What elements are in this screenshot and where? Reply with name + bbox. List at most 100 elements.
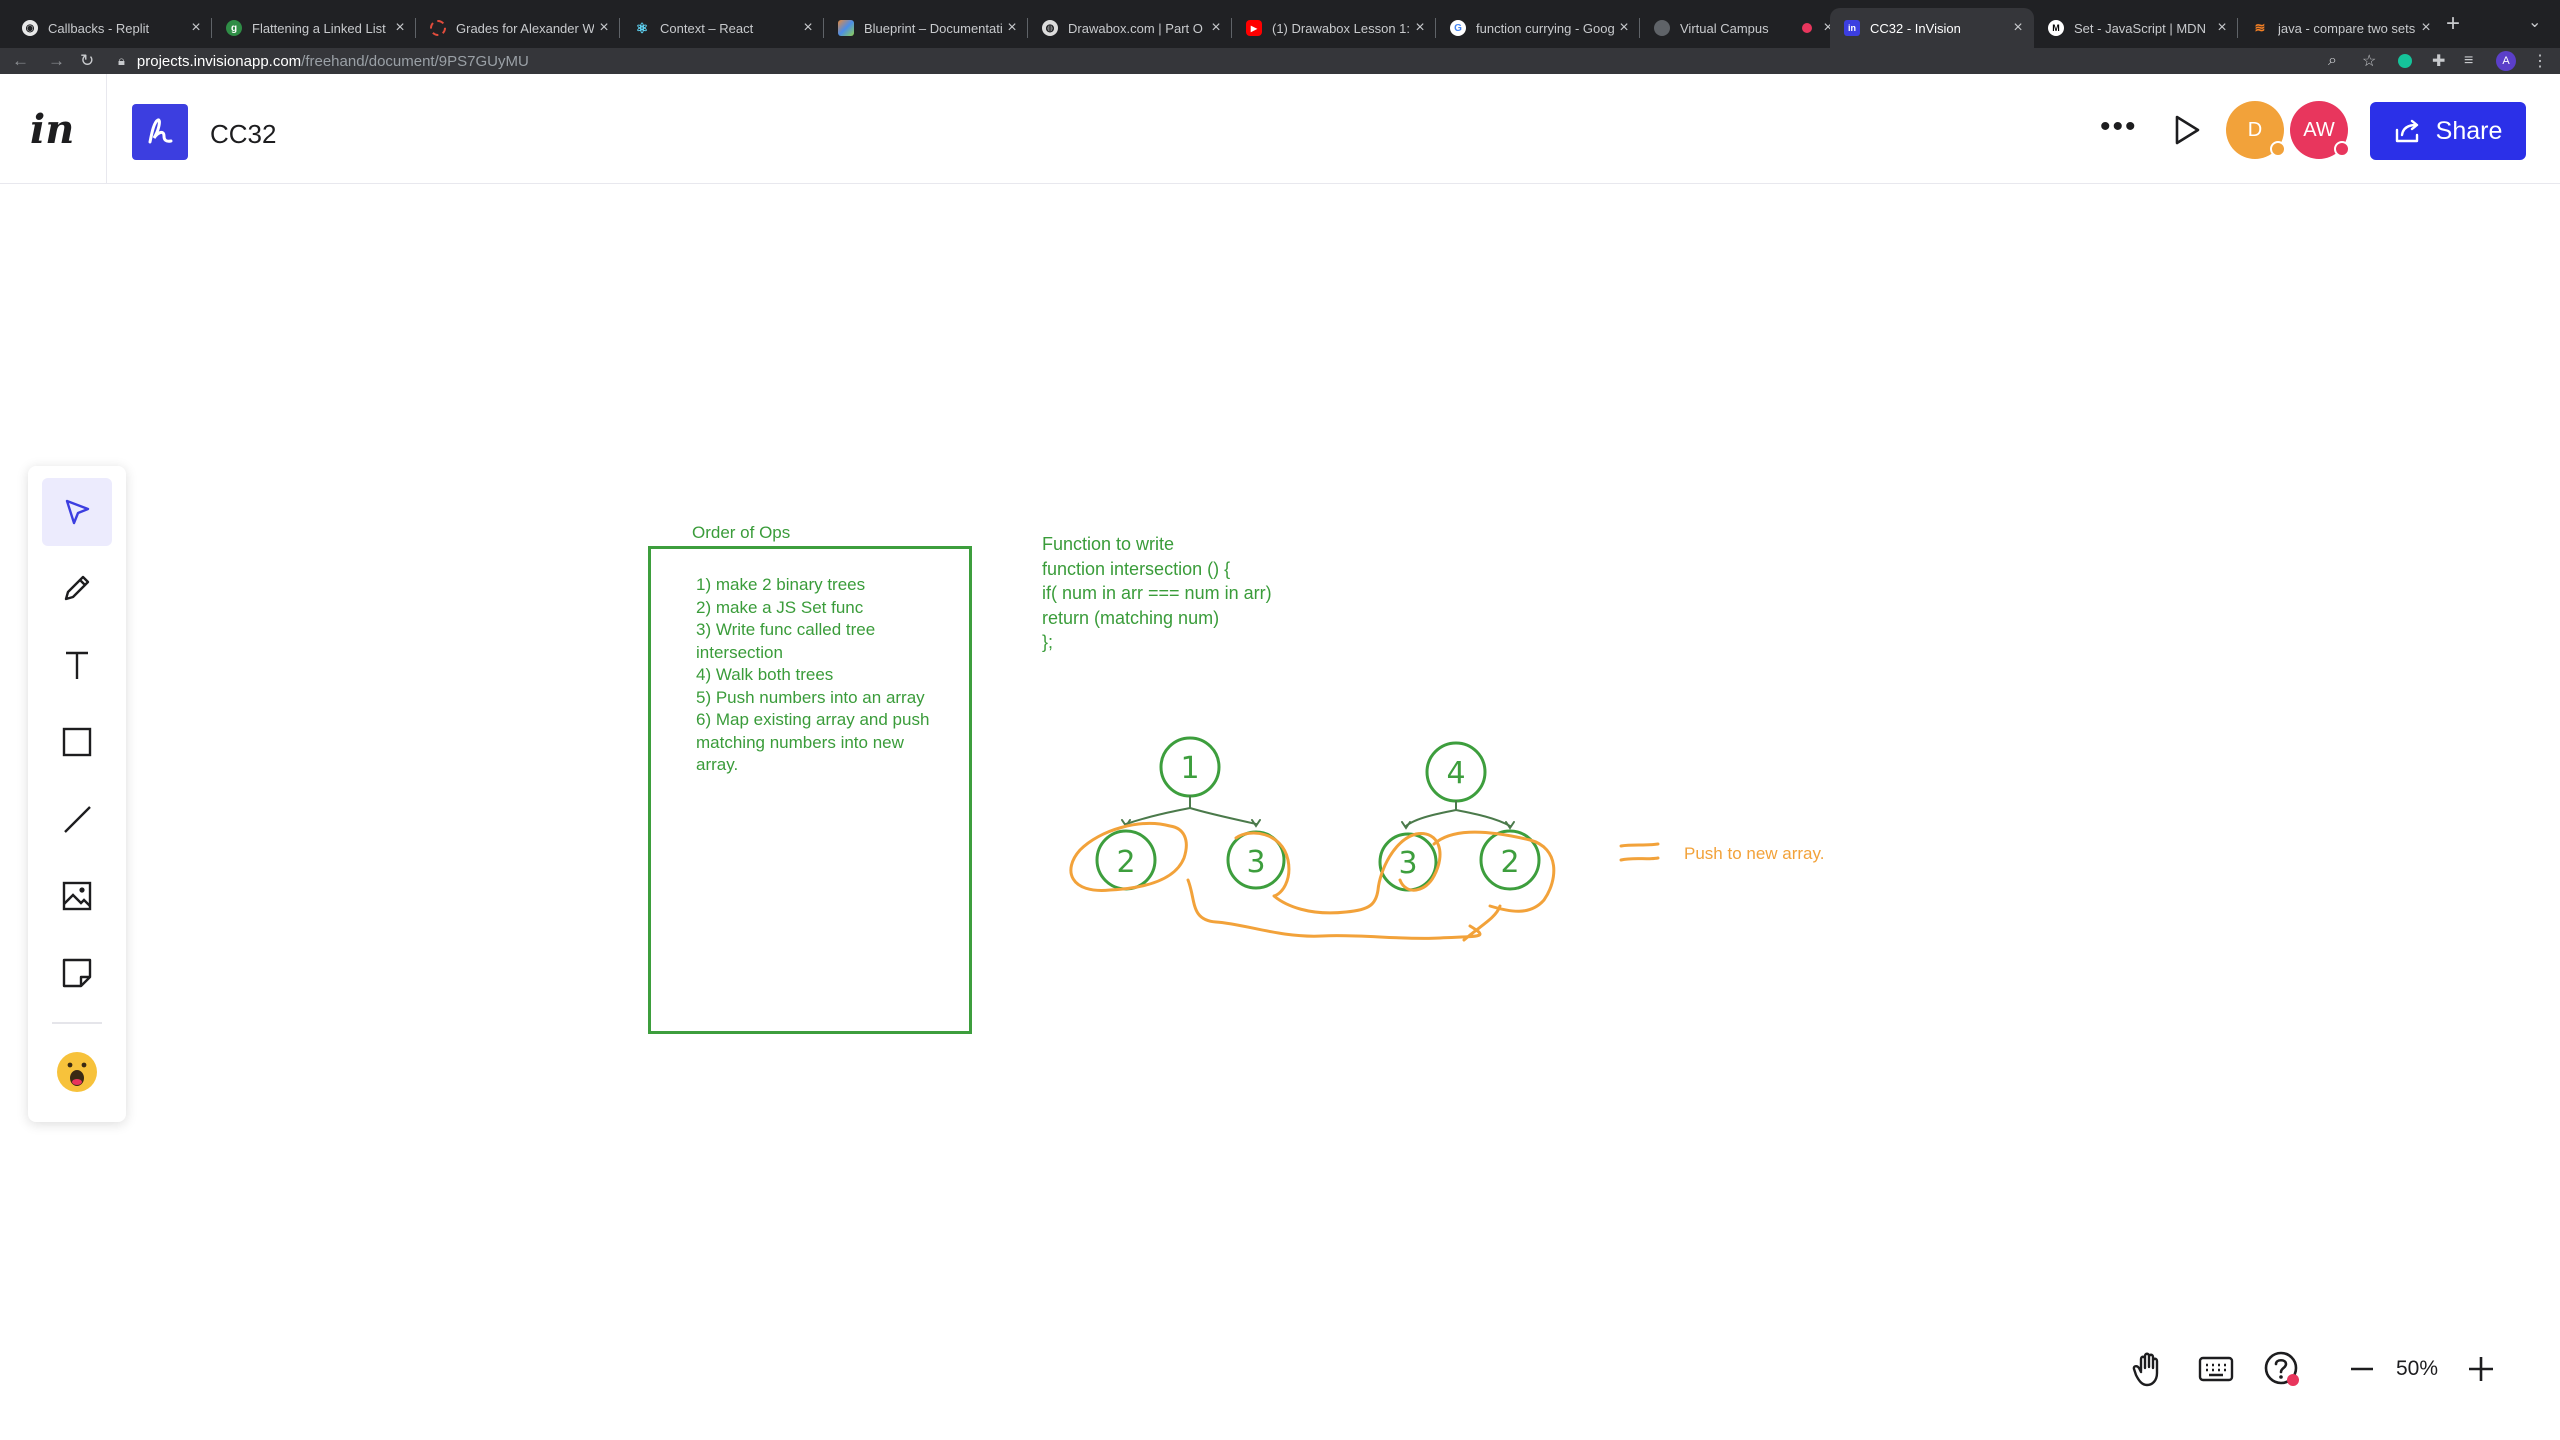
replit-favicon-icon: ◉	[22, 20, 38, 36]
browser-tab[interactable]: ◍ Drawabox.com | Part O ×	[1028, 8, 1232, 48]
equals-arrow-mark[interactable]	[1618, 840, 1662, 866]
collaborator-avatar[interactable]: D	[2226, 101, 2286, 159]
function-line: return (matching num)	[1042, 607, 1220, 628]
tree2-root-value: 4	[1446, 756, 1465, 791]
close-tab-icon[interactable]: ×	[390, 19, 410, 37]
close-tab-icon[interactable]: ×	[2212, 19, 2232, 37]
tree2-left-value: 3	[1398, 846, 1417, 881]
lock-icon: 🔒︎	[118, 53, 125, 68]
step-item: 2) make a JS Set func	[696, 597, 864, 617]
reading-list-icon[interactable]: ≡	[2464, 48, 2473, 74]
tab-title: Drawabox.com | Part O	[1068, 20, 1203, 36]
browser-tab[interactable]: Virtual Campus ×	[1640, 8, 1844, 48]
browser-tab[interactable]: Blueprint – Documentatio ×	[824, 8, 1028, 48]
present-play-icon[interactable]	[2172, 114, 2202, 151]
tab-search-icon[interactable]: ⌄	[2528, 12, 2541, 32]
order-of-ops-steps[interactable]: 1) make 2 binary trees 2) make a JS Set …	[696, 574, 936, 777]
globe-favicon-icon	[1654, 20, 1670, 36]
bookmark-star-icon[interactable]: ☆	[2362, 48, 2376, 74]
address-bar[interactable]: 🔒︎ projects.invisionapp.com/freehand/doc…	[118, 48, 529, 74]
browser-tab[interactable]: M Set - JavaScript | MDN ×	[2034, 8, 2238, 48]
browser-tab[interactable]: ◉ Callbacks - Replit ×	[8, 8, 212, 48]
browser-tab-active[interactable]: in CC32 - InVision ×	[1830, 8, 2034, 48]
forward-button[interactable]: →	[48, 48, 65, 74]
step-item: 6) Map existing array and push matching …	[696, 710, 930, 774]
browser-tab-strip: ◉ Callbacks - Replit × g Flattening a Li…	[0, 0, 2560, 48]
function-line: function intersection () {	[1042, 558, 1231, 579]
close-tab-icon[interactable]: ×	[1410, 19, 1430, 37]
browser-tab[interactable]: Grades for Alexander W ×	[416, 8, 620, 48]
close-tab-icon[interactable]: ×	[186, 19, 206, 37]
youtube-favicon-icon: ▶	[1246, 20, 1262, 36]
step-item: 4) Walk both trees	[696, 665, 834, 684]
share-button[interactable]: Share	[2370, 102, 2526, 160]
step-item: 1) make 2 binary trees	[696, 575, 866, 594]
zoom-in-button[interactable]	[2466, 1346, 2496, 1392]
url-path: /freehand/document/9PS7GUyMU	[301, 52, 529, 70]
tab-title: Blueprint – Documentatio	[864, 20, 1002, 36]
tree2-right-value: 2	[1500, 845, 1519, 880]
browser-menu-icon[interactable]: ⋮	[2532, 48, 2548, 74]
zoom-indicator-icon[interactable]: ⌕	[2328, 48, 2337, 74]
back-button[interactable]: ←	[12, 48, 29, 74]
google-favicon-icon: G	[1450, 20, 1466, 36]
pan-hand-tool-button[interactable]	[2132, 1346, 2166, 1392]
geeksforgeeks-favicon-icon: g	[226, 20, 242, 36]
freehand-doc-icon[interactable]	[132, 104, 188, 160]
recording-dot-icon	[1802, 23, 1812, 33]
close-tab-icon[interactable]: ×	[2416, 19, 2436, 37]
invision-logo[interactable]: in	[30, 106, 74, 153]
browser-tab[interactable]: G function currying - Goog ×	[1436, 8, 1640, 48]
drawabox-favicon-icon: ◍	[1042, 20, 1058, 36]
document-title[interactable]: CC32	[210, 119, 276, 150]
grammarly-extension-icon[interactable]	[2398, 48, 2412, 74]
close-tab-icon[interactable]: ×	[594, 19, 614, 37]
tree1-right-value: 3	[1246, 845, 1265, 880]
react-favicon-icon: ⚛	[635, 19, 649, 36]
close-tab-icon[interactable]: ×	[1206, 19, 1226, 37]
header-divider	[106, 74, 107, 184]
function-line: if( num in arr === num in arr)	[1042, 583, 1272, 603]
collaborator-avatar[interactable]: AW	[2290, 101, 2350, 159]
push-to-array-label[interactable]: Push to new array.	[1684, 844, 1824, 864]
browser-tab[interactable]: ≋ java - compare two sets ×	[2238, 8, 2442, 48]
zoom-out-button[interactable]	[2348, 1346, 2376, 1392]
mdn-favicon-icon: M	[2048, 20, 2064, 36]
help-button[interactable]	[2262, 1346, 2302, 1392]
zoom-level[interactable]: 50%	[2396, 1357, 2438, 1381]
tree1-root-value: 1	[1180, 751, 1199, 786]
close-tab-icon[interactable]: ×	[1002, 19, 1022, 37]
browser-tab[interactable]: ▶ (1) Drawabox Lesson 1: ×	[1232, 8, 1436, 48]
presence-dot	[2334, 141, 2350, 157]
order-of-ops-title[interactable]: Order of Ops	[692, 523, 790, 543]
extensions-puzzle-icon[interactable]: ✚	[2432, 48, 2445, 74]
keyboard-icon	[2198, 1356, 2234, 1382]
close-tab-icon[interactable]: ×	[798, 19, 818, 37]
binary-trees-sketch[interactable]: 1 2 3 4 3 2	[1060, 730, 1660, 970]
tab-title: (1) Drawabox Lesson 1:	[1272, 20, 1410, 36]
browser-tab[interactable]: g Flattening a Linked List ×	[212, 8, 416, 48]
close-tab-icon[interactable]: ×	[2008, 19, 2028, 37]
new-tab-button[interactable]: +	[2446, 10, 2460, 38]
help-question-icon	[2264, 1351, 2299, 1386]
more-options-icon[interactable]: •••	[2100, 110, 2138, 144]
canvas-favicon-icon	[430, 20, 446, 36]
share-label: Share	[2435, 116, 2503, 145]
tab-title: Callbacks - Replit	[48, 20, 150, 36]
url-host: projects.invisionapp.com	[136, 52, 302, 70]
function-line: };	[1042, 632, 1054, 652]
function-notes[interactable]: Function to write function intersection …	[1042, 532, 1272, 655]
match-connector	[1186, 878, 1502, 942]
profile-avatar[interactable]: A	[2496, 48, 2516, 74]
browser-toolbar: ← → ↻ 🔒︎ projects.invisionapp.com/freeha…	[0, 48, 2560, 74]
close-tab-icon[interactable]: ×	[1614, 19, 1634, 37]
tab-title: CC32 - InVision	[1870, 20, 1961, 36]
function-line: Function to write	[1042, 534, 1175, 554]
browser-tab[interactable]: ⚛ Context – React ×	[620, 8, 824, 48]
keyboard-shortcuts-button[interactable]	[2198, 1346, 2234, 1392]
reload-button[interactable]: ↻	[80, 48, 94, 74]
tab-title: java - compare two sets	[2278, 20, 2416, 36]
tab-title: Flattening a Linked List	[252, 20, 386, 36]
presence-dot	[2270, 141, 2286, 157]
hand-icon	[2132, 1352, 2159, 1387]
